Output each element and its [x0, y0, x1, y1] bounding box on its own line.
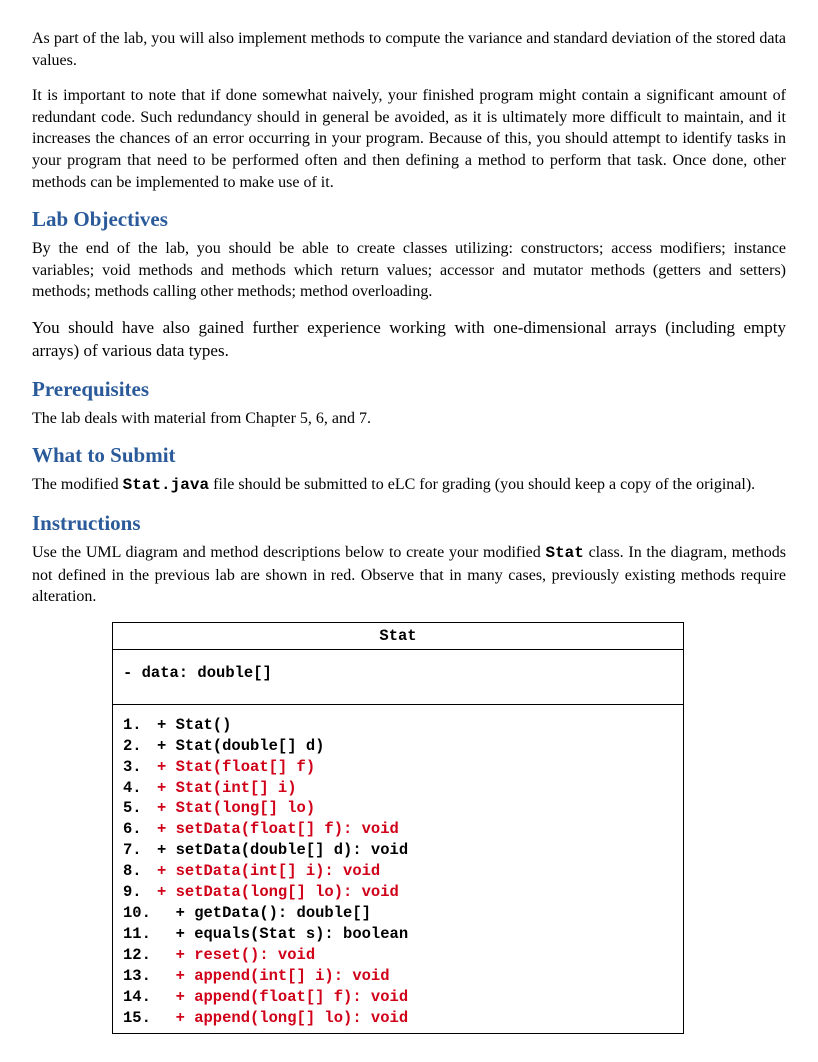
- uml-method-row: 12. + reset(): void: [123, 945, 673, 966]
- uml-method-signature: + setData(int[] i): void: [157, 861, 673, 882]
- objectives-p2: You should have also gained further expe…: [32, 317, 786, 363]
- instructions-code: Stat: [545, 544, 583, 562]
- uml-method-row: 3.+ Stat(float[] f): [123, 757, 673, 778]
- uml-method-row: 9.+ setData(long[] lo): void: [123, 882, 673, 903]
- uml-method-number: 9.: [123, 882, 157, 903]
- uml-methods: 1.+ Stat()2.+ Stat(double[] d)3.+ Stat(f…: [113, 705, 683, 1033]
- uml-method-signature: + append(long[] lo): void: [157, 1008, 673, 1029]
- uml-method-row: 6.+ setData(float[] f): void: [123, 819, 673, 840]
- uml-method-number: 15.: [123, 1008, 157, 1029]
- uml-method-number: 13.: [123, 966, 157, 987]
- uml-method-row: 11. + equals(Stat s): boolean: [123, 924, 673, 945]
- objectives-heading: Lab Objectives: [32, 207, 786, 232]
- uml-method-number: 5.: [123, 798, 157, 819]
- uml-method-signature: + equals(Stat s): boolean: [157, 924, 673, 945]
- instructions-heading: Instructions: [32, 511, 786, 536]
- uml-method-number: 11.: [123, 924, 157, 945]
- intro-paragraph-1: As part of the lab, you will also implem…: [32, 28, 786, 71]
- uml-method-row: 7.+ setData(double[] d): void: [123, 840, 673, 861]
- uml-method-signature: + append(float[] f): void: [157, 987, 673, 1008]
- intro-paragraph-2: It is important to note that if done som…: [32, 85, 786, 193]
- uml-method-row: 1.+ Stat(): [123, 715, 673, 736]
- uml-method-row: 8.+ setData(int[] i): void: [123, 861, 673, 882]
- uml-class-name: Stat: [113, 623, 683, 650]
- uml-method-number: 4.: [123, 778, 157, 799]
- instructions-prefix: Use the UML diagram and method descripti…: [32, 544, 545, 561]
- submit-paragraph: The modified Stat.java file should be su…: [32, 474, 786, 497]
- uml-method-signature: + getData(): double[]: [157, 903, 673, 924]
- uml-method-signature: + setData(long[] lo): void: [157, 882, 673, 903]
- uml-method-number: 8.: [123, 861, 157, 882]
- uml-method-number: 14.: [123, 987, 157, 1008]
- submit-code: Stat.java: [123, 476, 209, 494]
- uml-method-row: 15. + append(long[] lo): void: [123, 1008, 673, 1029]
- uml-method-number: 2.: [123, 736, 157, 757]
- uml-method-row: 5.+ Stat(long[] lo): [123, 798, 673, 819]
- prereq-heading: Prerequisites: [32, 377, 786, 402]
- prereq-p1: The lab deals with material from Chapter…: [32, 408, 786, 430]
- uml-method-number: 1.: [123, 715, 157, 736]
- submit-suffix: file should be submitted to eLC for grad…: [209, 476, 755, 493]
- uml-method-signature: + reset(): void: [157, 945, 673, 966]
- uml-method-row: 14. + append(float[] f): void: [123, 987, 673, 1008]
- uml-method-signature: + Stat(int[] i): [157, 778, 673, 799]
- uml-method-row: 4.+ Stat(int[] i): [123, 778, 673, 799]
- uml-method-signature: + setData(float[] f): void: [157, 819, 673, 840]
- instructions-paragraph: Use the UML diagram and method descripti…: [32, 542, 786, 608]
- submit-prefix: The modified: [32, 476, 123, 493]
- uml-method-signature: + append(int[] i): void: [157, 966, 673, 987]
- uml-method-signature: + Stat(double[] d): [157, 736, 673, 757]
- uml-method-row: 2.+ Stat(double[] d): [123, 736, 673, 757]
- uml-method-number: 12.: [123, 945, 157, 966]
- uml-method-number: 6.: [123, 819, 157, 840]
- uml-method-signature: + Stat(long[] lo): [157, 798, 673, 819]
- uml-method-signature: + Stat(float[] f): [157, 757, 673, 778]
- uml-method-row: 13. + append(int[] i): void: [123, 966, 673, 987]
- objectives-p1: By the end of the lab, you should be abl…: [32, 238, 786, 303]
- submit-heading: What to Submit: [32, 443, 786, 468]
- uml-attributes: - data: double[]: [113, 650, 683, 705]
- uml-method-number: 3.: [123, 757, 157, 778]
- uml-method-signature: + setData(double[] d): void: [157, 840, 673, 861]
- uml-method-signature: + Stat(): [157, 715, 673, 736]
- uml-method-number: 7.: [123, 840, 157, 861]
- uml-diagram: Stat - data: double[] 1.+ Stat()2.+ Stat…: [112, 622, 682, 1034]
- uml-method-number: 10.: [123, 903, 157, 924]
- uml-method-row: 10. + getData(): double[]: [123, 903, 673, 924]
